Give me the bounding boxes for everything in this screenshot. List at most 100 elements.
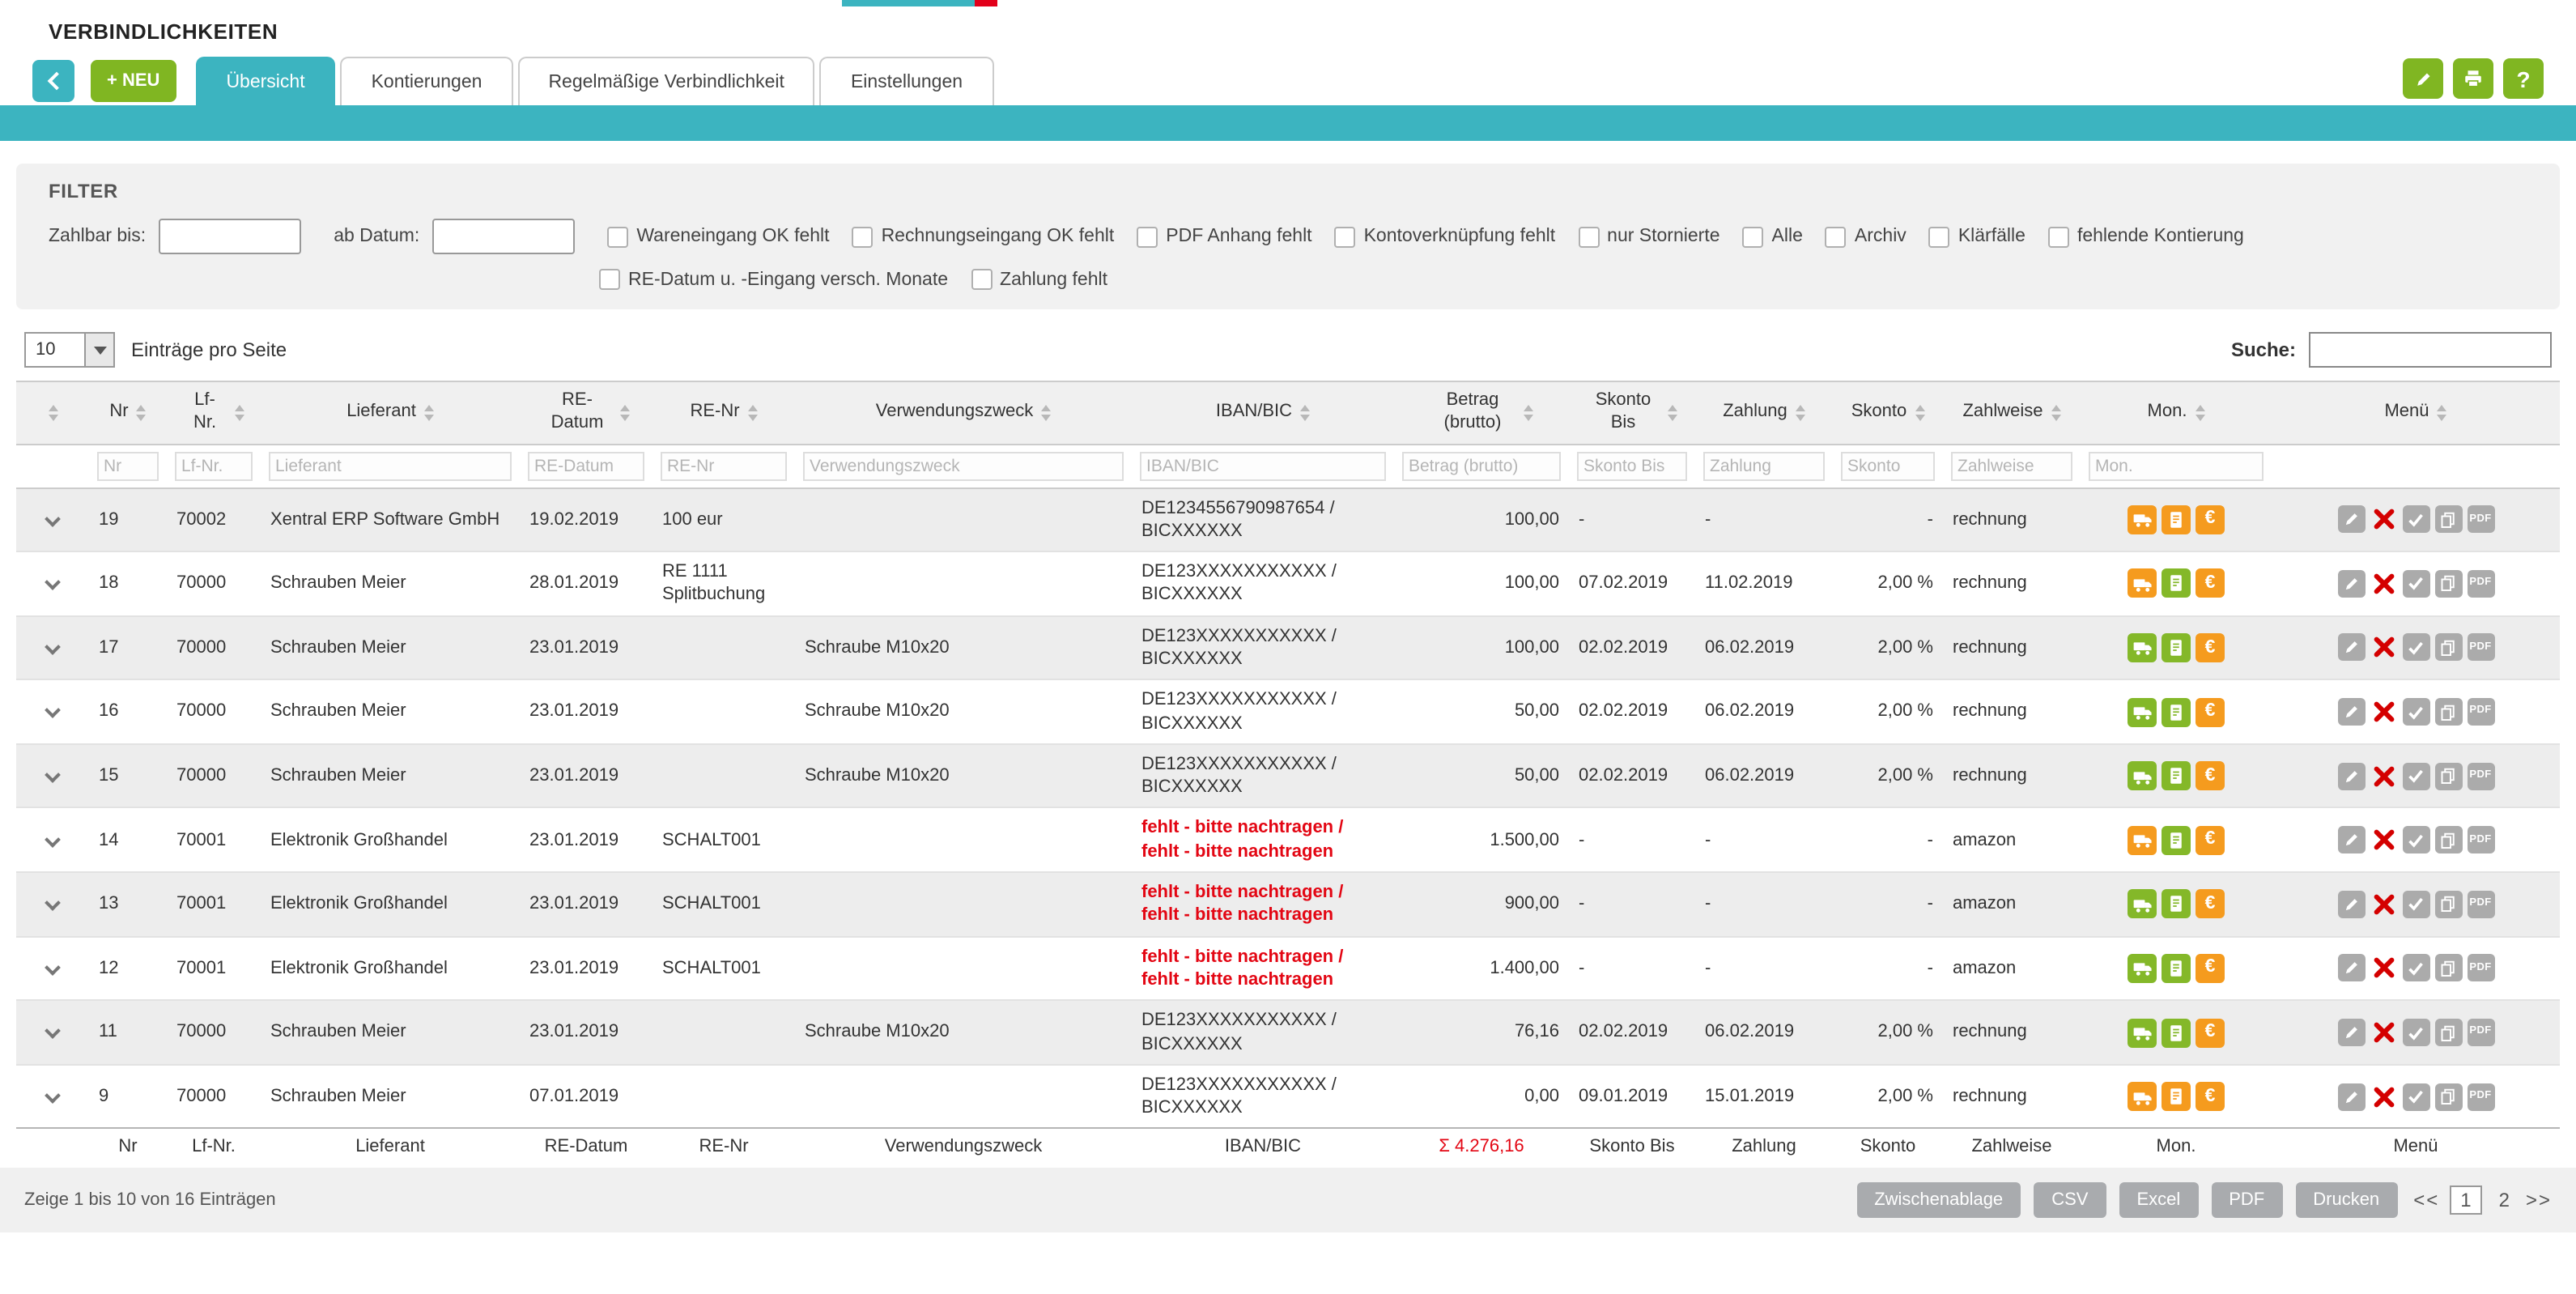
goods-receipt-icon[interactable] [2128, 1018, 2157, 1047]
filter-checkbox-1-4[interactable]: nur Stornierte [1578, 226, 1719, 247]
pdf-icon[interactable]: PDF [2467, 698, 2494, 726]
expand-row-icon[interactable] [45, 1088, 61, 1104]
expand-row-icon[interactable] [45, 767, 61, 783]
invoice-icon[interactable] [2162, 697, 2191, 726]
filter-input-nr[interactable] [97, 451, 159, 480]
filter-checkbox-1-0[interactable]: Wareneingang OK fehlt [607, 226, 829, 247]
tab-einstellungen[interactable]: Einstellungen [820, 57, 993, 105]
payment-icon[interactable]: € [2196, 1082, 2225, 1111]
pdf-icon[interactable]: PDF [2467, 634, 2494, 662]
approve-icon[interactable] [2402, 891, 2429, 918]
expand-row-icon[interactable] [45, 703, 61, 719]
sort-icon[interactable] [424, 405, 434, 421]
edit-icon[interactable] [2337, 1019, 2365, 1046]
edit-icon[interactable] [2337, 891, 2365, 918]
filter-input-iban[interactable] [1140, 451, 1386, 480]
goods-receipt-icon[interactable] [2128, 954, 2157, 983]
delete-icon[interactable] [2370, 634, 2397, 662]
filter-checkbox-1-2[interactable]: PDF Anhang fehlt [1137, 226, 1311, 247]
column-header-zahlung[interactable]: Zahlung [1695, 381, 1833, 444]
delete-icon[interactable] [2370, 955, 2397, 982]
sort-icon[interactable] [2438, 405, 2447, 421]
expand-row-icon[interactable] [45, 575, 61, 591]
help-icon[interactable]: ? [2503, 58, 2544, 99]
delete-icon[interactable] [2370, 827, 2397, 854]
pdf-icon[interactable]: PDF [2467, 1083, 2494, 1110]
goods-receipt-icon[interactable] [2128, 505, 2157, 534]
approve-icon[interactable] [2402, 506, 2429, 534]
export-button-excel[interactable]: Excel [2119, 1183, 2198, 1219]
export-button-drucken[interactable]: Drucken [2295, 1183, 2397, 1219]
column-header-zahlweise[interactable]: Zahlweise [1943, 381, 2081, 444]
filter-input-lf_nr[interactable] [175, 451, 253, 480]
approve-icon[interactable] [2402, 762, 2429, 790]
delete-icon[interactable] [2370, 891, 2397, 918]
column-header-expander[interactable] [16, 381, 89, 444]
column-header-skonto[interactable]: Skonto [1833, 381, 1943, 444]
edit-icon[interactable] [2337, 570, 2365, 598]
expand-row-icon[interactable] [45, 510, 61, 526]
approve-icon[interactable] [2402, 634, 2429, 662]
edit-icon[interactable] [2337, 827, 2365, 854]
checkbox-box[interactable] [971, 269, 992, 290]
tab-regelmaessige-verbindlichkeit[interactable]: Regelmäßige Verbindlichkeit [517, 57, 815, 105]
column-header-menu[interactable]: Menü [2272, 381, 2560, 444]
copy-icon[interactable] [2434, 827, 2462, 854]
invoice-icon[interactable] [2162, 633, 2191, 662]
invoice-icon[interactable] [2162, 761, 2191, 790]
filter-checkbox-1-8[interactable]: fehlende Kontierung [2048, 226, 2244, 247]
copy-icon[interactable] [2434, 634, 2462, 662]
filter-checkbox-1-1[interactable]: Rechnungseingang OK fehlt [852, 226, 1115, 247]
copy-icon[interactable] [2434, 1083, 2462, 1110]
ab-datum-input[interactable] [432, 219, 575, 254]
payment-icon[interactable]: € [2196, 505, 2225, 534]
delete-icon[interactable] [2370, 570, 2397, 598]
invoice-icon[interactable] [2162, 954, 2191, 983]
copy-icon[interactable] [2434, 698, 2462, 726]
payment-icon[interactable]: € [2196, 569, 2225, 598]
sort-icon[interactable] [1523, 405, 1532, 421]
filter-input-skonto[interactable] [1841, 451, 1935, 480]
copy-icon[interactable] [2434, 955, 2462, 982]
approve-icon[interactable] [2402, 955, 2429, 982]
sort-icon[interactable] [748, 405, 758, 421]
checkbox-box[interactable] [1137, 226, 1158, 247]
invoice-icon[interactable] [2162, 890, 2191, 919]
filter-input-betrag[interactable] [1402, 451, 1561, 480]
column-header-lf_nr[interactable]: Lf-Nr. [167, 381, 261, 444]
filter-input-zahlweise[interactable] [1951, 451, 2072, 480]
delete-icon[interactable] [2370, 1083, 2397, 1110]
column-header-re_datum[interactable]: RE-Datum [520, 381, 653, 444]
goods-receipt-icon[interactable] [2128, 1082, 2157, 1111]
edit-icon[interactable] [2337, 698, 2365, 726]
payment-icon[interactable]: € [2196, 890, 2225, 919]
filter-checkbox-1-6[interactable]: Archiv [1826, 226, 1906, 247]
sort-icon[interactable] [2051, 405, 2061, 421]
invoice-icon[interactable] [2162, 505, 2191, 534]
approve-icon[interactable] [2402, 1083, 2429, 1110]
filter-checkbox-1-7[interactable]: Klärfälle [1929, 226, 2026, 247]
payment-icon[interactable]: € [2196, 1018, 2225, 1047]
pdf-icon[interactable]: PDF [2467, 827, 2494, 854]
edit-icon[interactable] [2403, 58, 2443, 99]
goods-receipt-icon[interactable] [2128, 890, 2157, 919]
copy-icon[interactable] [2434, 891, 2462, 918]
pdf-icon[interactable]: PDF [2467, 1019, 2494, 1046]
filter-input-lieferant[interactable] [269, 451, 512, 480]
pagination-next[interactable]: >> [2526, 1190, 2552, 1212]
payment-icon[interactable]: € [2196, 954, 2225, 983]
column-header-mon[interactable]: Mon. [2081, 381, 2272, 444]
pdf-icon[interactable]: PDF [2467, 570, 2494, 598]
search-input[interactable] [2309, 332, 2552, 368]
payment-icon[interactable]: € [2196, 826, 2225, 855]
approve-icon[interactable] [2402, 570, 2429, 598]
sort-icon[interactable] [1915, 405, 1924, 421]
filter-input-re_datum[interactable] [528, 451, 644, 480]
filter-checkbox-2-1[interactable]: Zahlung fehlt [971, 269, 1107, 290]
filter-input-mon[interactable] [2089, 451, 2264, 480]
expand-row-icon[interactable] [45, 1024, 61, 1040]
edit-icon[interactable] [2337, 762, 2365, 790]
pagination-page-2[interactable]: 2 [2493, 1188, 2516, 1214]
edit-icon[interactable] [2337, 634, 2365, 662]
sort-icon[interactable] [48, 405, 57, 421]
